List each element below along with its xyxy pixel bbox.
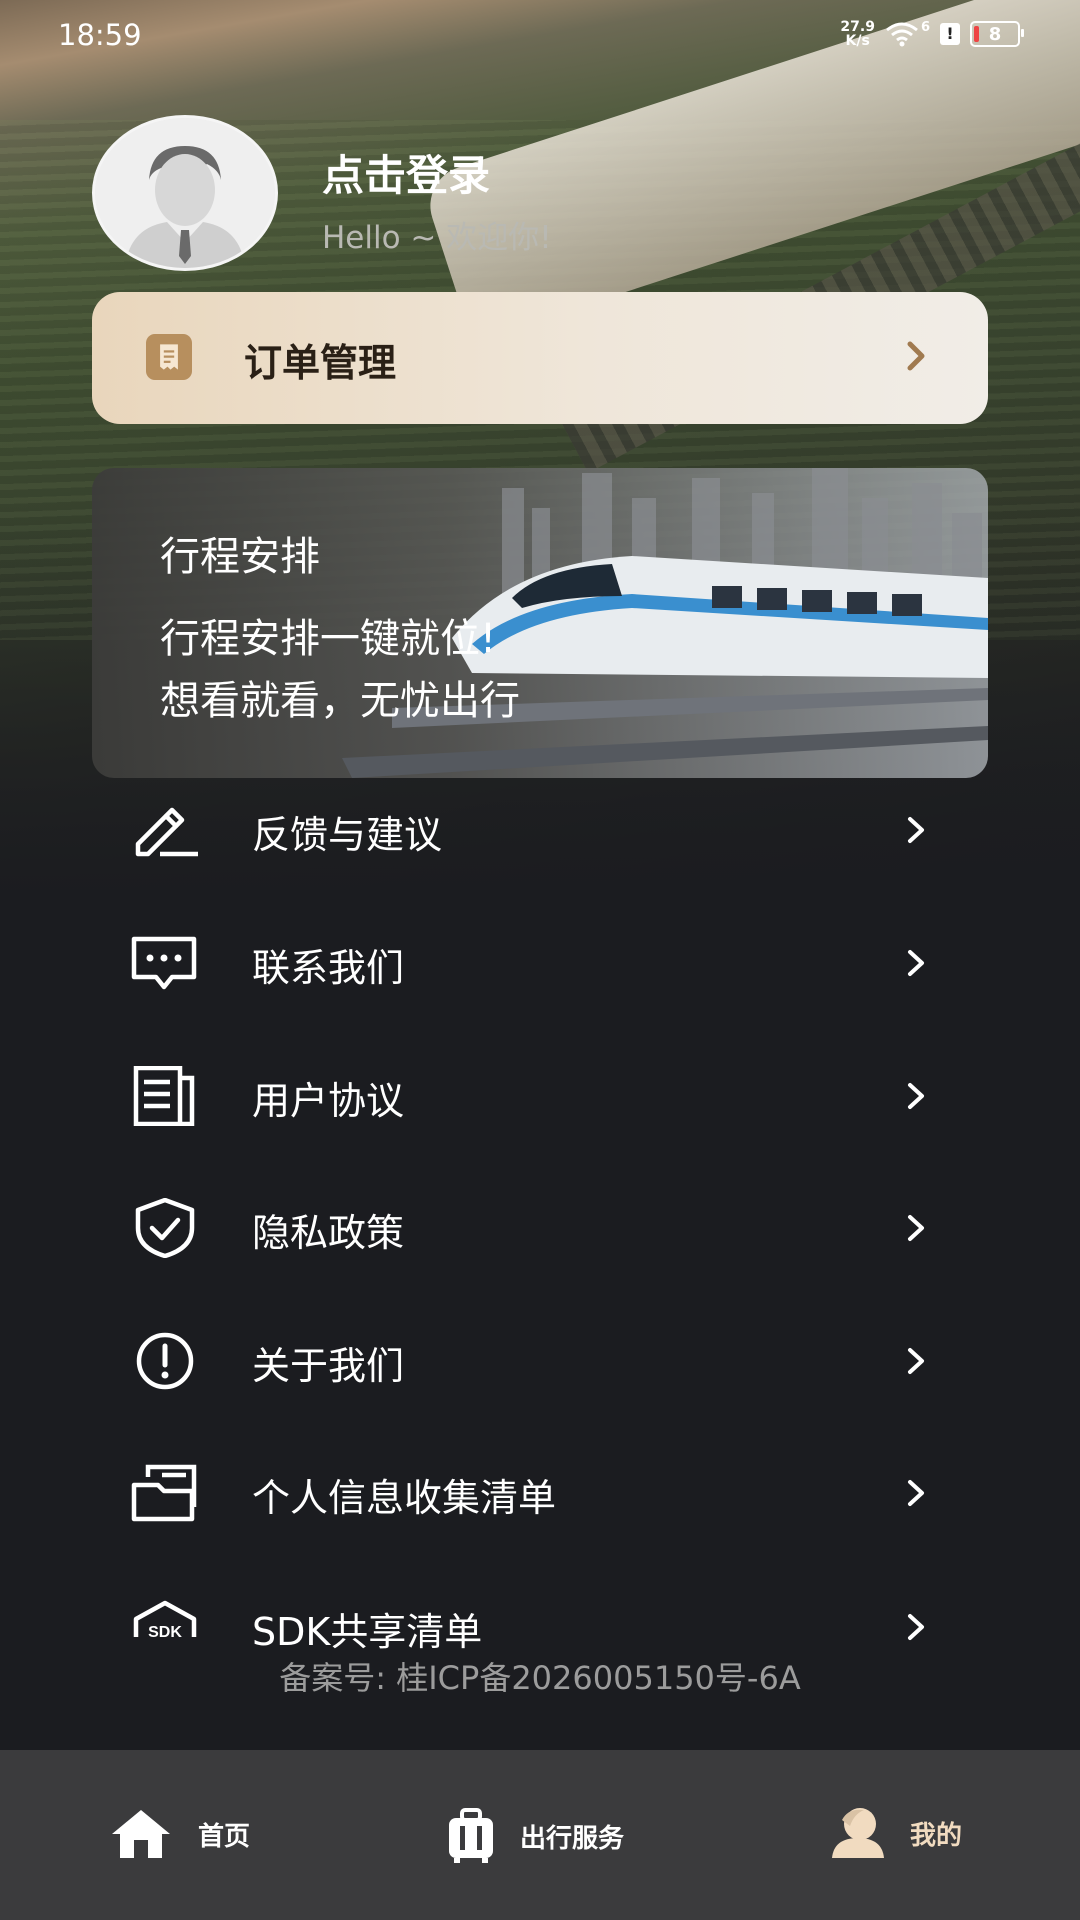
svg-text:SDK: SDK [148, 1624, 182, 1641]
itinerary-tagline-1: 行程安排一键就位! [160, 616, 497, 662]
menu-item-label: 用户协议 [252, 1079, 405, 1123]
sdk-icon: SDK [133, 1600, 197, 1641]
shield-check-icon [135, 1198, 195, 1258]
default-user-icon [95, 118, 275, 268]
chevron-right-icon [908, 1083, 924, 1109]
folder-icon [131, 1464, 197, 1522]
menu-item-label: SDK共享清单 [252, 1610, 483, 1654]
menu-item-privacy-policy[interactable]: 隐私政策 [0, 1178, 1080, 1278]
itinerary-banner[interactable]: 行程安排 行程安排一键就位! 想看就看，无忧出行 [92, 468, 988, 778]
info-icon [136, 1332, 194, 1390]
wifi-badge: 6 [920, 19, 930, 35]
status-icons: 27.9 K/s 6 ! 8 [840, 19, 1024, 49]
chevron-right-icon [908, 1480, 924, 1506]
welcome-text: Hello ~ 欢迎你! [322, 220, 552, 256]
chat-icon [131, 936, 197, 990]
document-icon [133, 1066, 195, 1126]
luggage-icon [449, 1808, 493, 1863]
chevron-right-icon [908, 1614, 924, 1640]
menu-item-label: 反馈与建议 [252, 813, 443, 857]
alert-icon: ! [940, 23, 960, 45]
tab-mine[interactable]: 我的 [830, 1808, 962, 1858]
battery-level: 8 [988, 23, 1002, 45]
chevron-right-icon [907, 341, 925, 371]
login-prompt[interactable]: 点击登录 [322, 142, 490, 203]
menu-item-about-us[interactable]: 关于我们 [0, 1311, 1080, 1411]
menu-item-user-agreement[interactable]: 用户协议 [0, 1046, 1080, 1146]
receipt-icon [146, 334, 192, 380]
avatar[interactable] [92, 115, 278, 271]
tab-travel-service[interactable]: 出行服务 [446, 1808, 624, 1864]
chevron-right-icon [908, 1215, 924, 1241]
menu-item-contact[interactable]: 联系我们 [0, 913, 1080, 1013]
menu-item-label: 个人信息收集清单 [252, 1476, 557, 1520]
menu-item-personal-info-list[interactable]: 个人信息收集清单 [0, 1443, 1080, 1543]
wifi-icon [886, 22, 918, 47]
icp-record-number: 备案号: 桂ICP备2026005150号-6A [279, 1659, 801, 1697]
chevron-right-icon [908, 1348, 924, 1374]
itinerary-tagline-2: 想看就看，无忧出行 [160, 678, 520, 724]
home-icon [112, 1810, 170, 1858]
network-speed: 27.9 K/s [840, 19, 875, 49]
chevron-right-icon [908, 817, 924, 843]
menu-item-feedback[interactable]: 反馈与建议 [0, 780, 1080, 880]
itinerary-title: 行程安排 [160, 534, 320, 580]
user-icon [832, 1808, 884, 1858]
edit-icon [135, 807, 198, 857]
tab-label: 首页 [198, 1821, 251, 1852]
chevron-right-icon [908, 950, 924, 976]
order-management-label: 订单管理 [244, 341, 397, 385]
menu-item-label: 隐私政策 [252, 1211, 405, 1255]
menu-item-label: 关于我们 [252, 1344, 405, 1388]
tab-label: 出行服务 [520, 1823, 625, 1854]
order-management-card[interactable]: 订单管理 [92, 292, 988, 424]
tab-label: 我的 [910, 1820, 963, 1851]
menu-item-label: 联系我们 [252, 946, 405, 990]
status-time: 18:59 [58, 18, 142, 52]
status-bar: 18:59 27.9 K/s 6 ! 8 [0, 0, 1080, 72]
tab-home[interactable]: 首页 [108, 1808, 250, 1860]
bottom-tab-bar: 首页 出行服务 我的 [0, 1750, 1080, 1920]
battery-icon: 8 [970, 21, 1024, 47]
